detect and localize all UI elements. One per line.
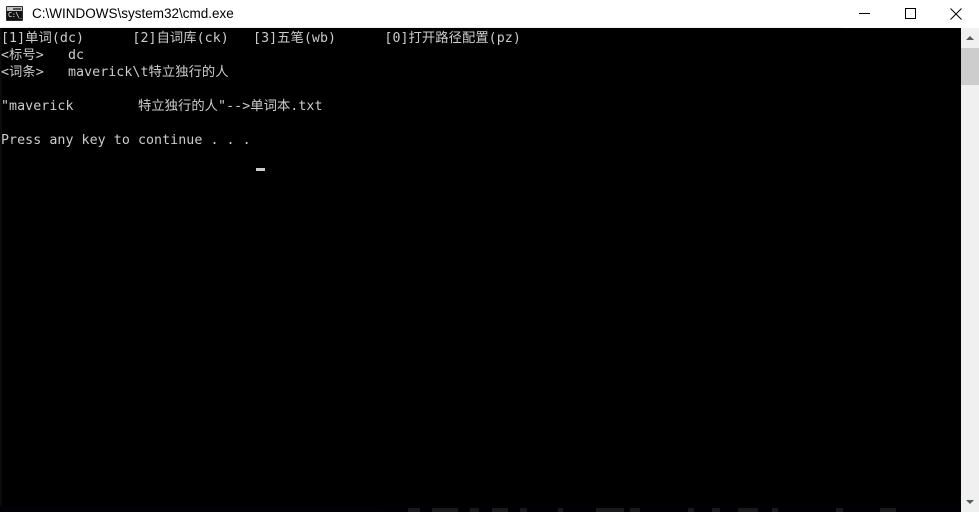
title-bar[interactable]: C:\_ C:\WINDOWS\system32\cmd.exe bbox=[0, 0, 979, 28]
window-title: C:\WINDOWS\system32\cmd.exe bbox=[32, 6, 234, 21]
minimize-button[interactable] bbox=[841, 0, 887, 28]
cmd-icon-prompt: C:\_ bbox=[7, 11, 23, 20]
vertical-scrollbar[interactable] bbox=[961, 28, 979, 512]
console-text: [1]单词(dc) [2]自词库(ck) [3]五笔(wb) [0]打开路径配置… bbox=[1, 31, 521, 148]
console-cursor bbox=[256, 168, 265, 171]
background-taskbar-sliver bbox=[0, 506, 961, 512]
title-bar-left: C:\_ C:\WINDOWS\system32\cmd.exe bbox=[0, 0, 841, 27]
minimize-icon bbox=[858, 13, 870, 14]
chevron-up-icon bbox=[966, 36, 974, 40]
cmd-icon: C:\_ bbox=[6, 6, 23, 21]
scroll-up-button[interactable] bbox=[961, 28, 979, 48]
close-icon bbox=[950, 7, 962, 20]
scroll-thumb[interactable] bbox=[961, 48, 979, 85]
scroll-track[interactable] bbox=[961, 85, 979, 492]
chevron-down-icon bbox=[966, 500, 974, 504]
maximize-button[interactable] bbox=[887, 0, 933, 28]
cmd-window: C:\_ C:\WINDOWS\system32\cmd.exe [1]单词(d… bbox=[0, 0, 979, 512]
scroll-down-button[interactable] bbox=[961, 492, 979, 512]
console-output-area[interactable]: [1]单词(dc) [2]自词库(ck) [3]五笔(wb) [0]打开路径配置… bbox=[0, 28, 961, 512]
cmd-icon-buttons bbox=[13, 8, 21, 10]
close-button[interactable] bbox=[933, 0, 979, 28]
maximize-icon bbox=[904, 8, 916, 19]
